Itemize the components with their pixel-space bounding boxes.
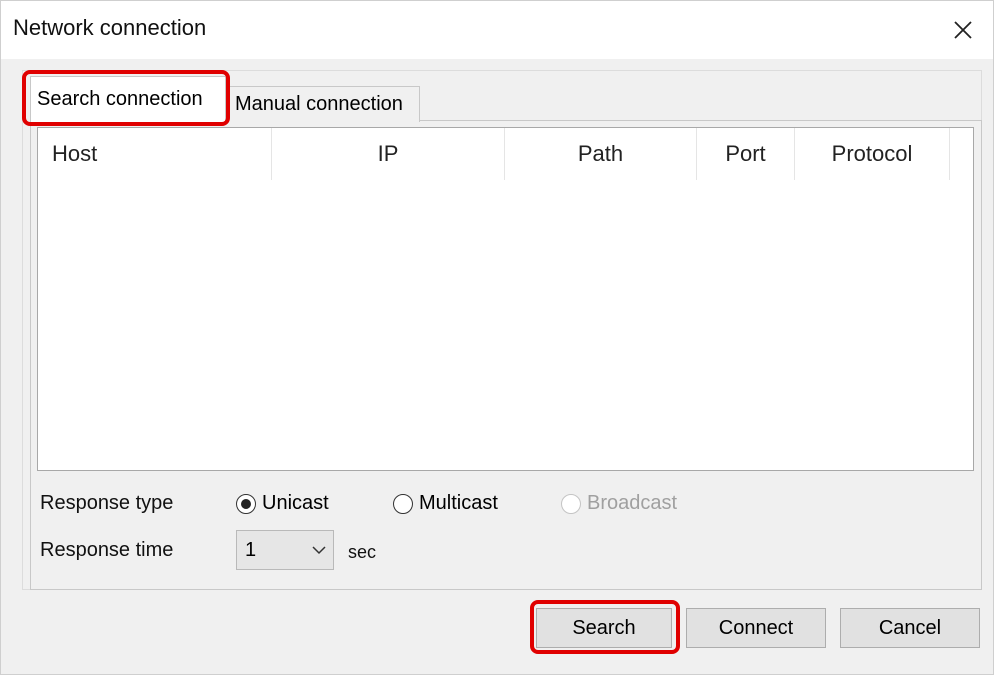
tab-highlight-box [22,70,230,126]
window-title: Network connection [13,15,207,40]
response-time-select[interactable]: 1 [236,530,334,570]
cancel-button[interactable]: Cancel [840,608,980,648]
radio-multicast-label: Multicast [419,492,498,514]
column-header-port[interactable]: Port [697,128,795,180]
radio-unicast[interactable]: Unicast [236,492,329,515]
radio-broadcast-indicator [561,493,581,514]
response-time-value: 1 [245,538,257,561]
tab-manual-connection-label: Manual connection [235,93,403,115]
radio-selected-dot [241,498,251,509]
chevron-down-icon [305,545,333,555]
column-header-ip[interactable]: IP [272,128,505,180]
search-button-highlight-box [530,600,680,654]
radio-broadcast: Broadcast [561,492,677,515]
radio-multicast[interactable]: Multicast [393,492,498,515]
radio-broadcast-label: Broadcast [587,492,678,514]
column-header-host[interactable]: Host [38,128,272,180]
close-button[interactable] [933,1,993,59]
column-header-protocol[interactable]: Protocol [795,128,950,180]
host-list[interactable]: Host IP Path Port Protocol [37,127,974,471]
radio-unicast-label: Unicast [262,492,329,514]
list-header: Host IP Path Port Protocol [38,128,973,180]
radio-multicast-indicator [393,493,413,514]
radio-unicast-indicator [236,493,256,514]
connect-button[interactable]: Connect [686,608,826,648]
response-time-label: Response time [40,539,174,561]
tab-manual-connection[interactable]: Manual connection [228,86,420,122]
response-time-unit: sec [348,542,377,562]
close-icon [954,21,972,39]
column-header-path[interactable]: Path [505,128,697,180]
title-bar: Network connection [1,1,993,59]
response-type-label: Response type [40,492,174,514]
